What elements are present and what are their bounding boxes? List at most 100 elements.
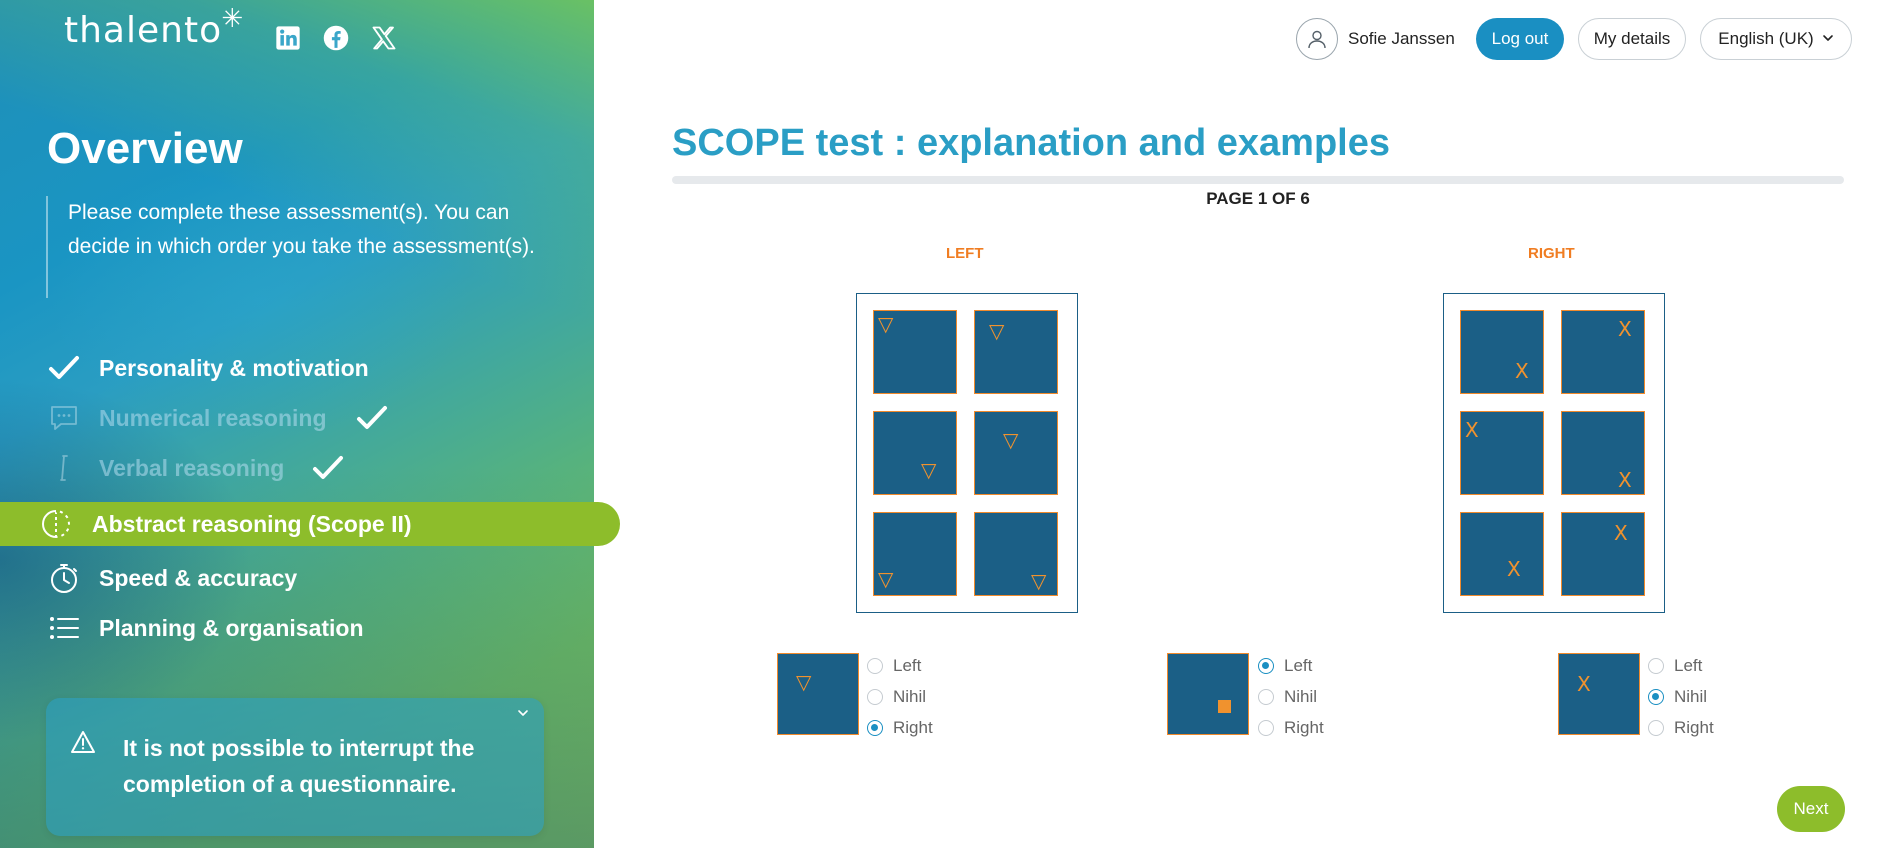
radio-label: Nihil — [1284, 687, 1318, 706]
sidebar-item-abstract[interactable]: Abstract reasoning (Scope II) — [0, 502, 620, 546]
grid-cell: ▽ — [974, 411, 1058, 495]
radio-option-right[interactable]: Right — [867, 718, 933, 738]
logo-star-icon: ✳ — [221, 4, 245, 34]
radio-option-nihil[interactable]: Nihil — [1258, 687, 1317, 707]
warning-text: It is not possible to interrupt the comp… — [123, 735, 475, 797]
x-symbol: X — [1577, 672, 1591, 696]
next-button[interactable]: Next — [1777, 786, 1845, 832]
radio-option-left[interactable]: Left — [1258, 656, 1312, 676]
triangle-symbol: ▽ — [878, 312, 894, 336]
user-profile[interactable]: Sofie Janssen — [1296, 18, 1455, 60]
grid-cell: X — [1460, 310, 1544, 394]
radio-button[interactable] — [1648, 658, 1664, 674]
sidebar-item-label: Personality & motivation — [99, 354, 369, 381]
example-cell — [1167, 653, 1249, 735]
example-cell: X — [1558, 653, 1640, 735]
language-value: English (UK) — [1718, 29, 1814, 48]
sidebar-item-numerical[interactable]: Numerical reasoning — [0, 396, 594, 440]
radio-option-right[interactable]: Right — [1648, 718, 1714, 738]
radio-label: Nihil — [893, 687, 927, 706]
sidebar-item-label: Verbal reasoning — [99, 454, 285, 481]
example-cell: ▽ — [777, 653, 859, 735]
triangle-symbol: ▽ — [1031, 569, 1047, 593]
square-symbol — [1218, 700, 1231, 713]
sidebar-item-label: Abstract reasoning (Scope II) — [92, 510, 412, 537]
sidebar-item-label: Numerical reasoning — [99, 404, 327, 431]
warning-notice: It is not possible to interrupt the comp… — [46, 698, 544, 836]
completed-check-icon — [312, 454, 344, 482]
grid-cell: ▽ — [873, 310, 957, 394]
triangle-symbol: ▽ — [1003, 428, 1019, 452]
triangle-symbol: ▽ — [796, 670, 812, 694]
triangle-symbol: ▽ — [989, 319, 1005, 343]
user-avatar-icon — [1296, 18, 1338, 60]
radio-label: Left — [893, 656, 922, 675]
sidebar-item-label: Planning & organisation — [99, 614, 364, 641]
list-icon — [48, 612, 80, 644]
radio-label: Right — [893, 718, 933, 737]
radio-button-selected[interactable] — [1648, 689, 1664, 705]
radio-button[interactable] — [1258, 720, 1274, 736]
sidebar-item-planning[interactable]: Planning & organisation — [0, 606, 594, 650]
radio-button[interactable] — [1648, 720, 1664, 736]
right-group-label: RIGHT — [1528, 245, 1575, 262]
warning-triangle-icon — [70, 730, 96, 754]
logo-text: thalento — [64, 10, 223, 51]
grid-cell: X — [1460, 411, 1544, 495]
x-twitter-icon[interactable] — [370, 24, 398, 52]
sidebar-item-label: Speed & accuracy — [99, 564, 298, 591]
completed-check-icon — [356, 404, 388, 432]
grid-cell: X — [1561, 310, 1645, 394]
radio-option-right[interactable]: Right — [1258, 718, 1324, 738]
stopwatch-icon — [48, 562, 80, 594]
radio-label: Right — [1284, 718, 1324, 737]
grid-cell: ▽ — [873, 411, 957, 495]
radio-label: Left — [1284, 656, 1313, 675]
radio-button-selected[interactable] — [1258, 658, 1274, 674]
radio-button[interactable] — [867, 658, 883, 674]
left-group-label: LEFT — [946, 245, 984, 262]
sidebar-item-verbal[interactable]: Verbal reasoning — [0, 446, 594, 490]
speech-bubble-icon — [48, 402, 80, 434]
radio-label: Nihil — [1674, 687, 1708, 706]
linkedin-icon[interactable] — [274, 24, 302, 52]
x-symbol: X — [1614, 521, 1628, 545]
x-symbol: X — [1515, 359, 1529, 383]
radio-option-nihil[interactable]: Nihil — [1648, 687, 1707, 707]
x-symbol: X — [1507, 557, 1521, 581]
grid-cell: ▽ — [873, 512, 957, 596]
sidebar-item-personality[interactable]: Personality & motivation — [0, 346, 594, 390]
sidebar-item-speed[interactable]: Speed & accuracy — [0, 556, 594, 600]
my-details-button[interactable]: My details — [1578, 18, 1686, 60]
radio-option-nihil[interactable]: Nihil — [867, 687, 926, 707]
x-symbol: X — [1465, 418, 1479, 442]
page-title: SCOPE test : explanation and examples — [672, 122, 1390, 164]
page-indicator: PAGE 1 OF 6 — [1206, 189, 1310, 208]
radio-button[interactable] — [867, 689, 883, 705]
thalento-logo[interactable]: thalento ✳ — [64, 4, 243, 51]
intro-divider — [46, 196, 48, 298]
facebook-icon[interactable] — [322, 24, 350, 52]
triangle-symbol: ▽ — [921, 458, 937, 482]
triangle-symbol: ▽ — [878, 567, 894, 591]
radio-option-left[interactable]: Left — [867, 656, 921, 676]
radio-button[interactable] — [1258, 689, 1274, 705]
sidebar: thalento ✳ Overview Please complete these… — [0, 0, 620, 848]
grid-cell: X — [1460, 512, 1544, 596]
text-cursor-icon — [48, 452, 80, 484]
logout-button[interactable]: Log out — [1476, 18, 1564, 60]
intro-text: Please complete these assessment(s). You… — [68, 201, 535, 258]
x-symbol: X — [1618, 468, 1632, 492]
radio-label: Right — [1674, 718, 1714, 737]
radio-option-left[interactable]: Left — [1648, 656, 1702, 676]
overview-title: Overview — [47, 124, 243, 173]
x-symbol: X — [1618, 317, 1632, 341]
radio-label: Left — [1674, 656, 1703, 675]
progress-bar — [672, 176, 1844, 184]
language-select[interactable]: English (UK) — [1700, 18, 1852, 60]
radio-button-selected[interactable] — [867, 720, 883, 736]
left-grid: ▽ ▽ ▽ ▽ ▽ ▽ — [856, 293, 1078, 613]
right-grid: X X X X X X — [1443, 293, 1665, 613]
half-circle-icon — [40, 508, 72, 540]
chevron-down-icon[interactable] — [516, 706, 530, 720]
